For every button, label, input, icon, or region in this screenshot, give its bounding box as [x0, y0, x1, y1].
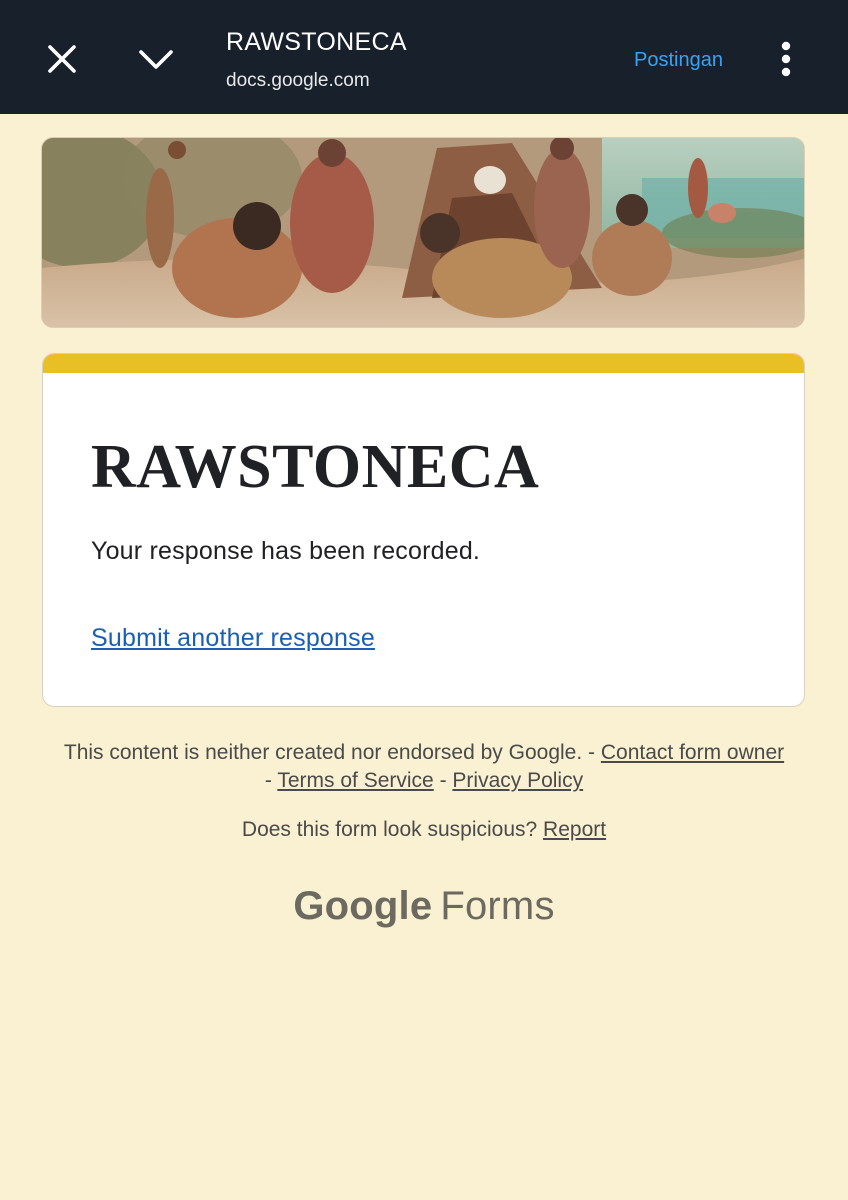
- brand-google: Google: [293, 884, 433, 928]
- terms-link[interactable]: Terms of Service: [277, 769, 433, 792]
- report-line: Does this form look suspicious? Report: [60, 818, 788, 842]
- post-button[interactable]: Postingan: [634, 49, 730, 72]
- response-card: RAWSTONECA Your response has been record…: [42, 353, 805, 707]
- contact-owner-link[interactable]: Contact form owner: [601, 741, 784, 764]
- disclaimer-text: This content is neither created nor endo…: [63, 741, 583, 764]
- suspicious-question: Does this form look suspicious?: [241, 818, 538, 841]
- separator: -: [439, 769, 447, 792]
- page-url: docs.google.com: [226, 70, 370, 91]
- brand-forms: Forms: [440, 884, 555, 928]
- chevron-down-icon: [139, 50, 173, 69]
- collapse-button[interactable]: [128, 31, 184, 87]
- more-vert-icon: [781, 41, 791, 77]
- close-button[interactable]: [34, 31, 90, 87]
- form-title: RAWSTONECA: [91, 433, 540, 501]
- report-link[interactable]: Report: [543, 818, 606, 841]
- submit-another-response-link[interactable]: Submit another response: [91, 624, 375, 653]
- prehistoric-scene-illustration: [42, 138, 804, 327]
- close-icon: [48, 45, 76, 73]
- separator: -: [264, 769, 272, 792]
- google-forms-logo[interactable]: Google Forms: [0, 884, 848, 929]
- form-header-image: [41, 137, 805, 328]
- browser-top-bar: RAWSTONECA docs.google.com Postingan: [0, 0, 848, 114]
- privacy-link[interactable]: Privacy Policy: [452, 769, 583, 792]
- confirmation-message: Your response has been recorded.: [91, 537, 481, 565]
- footer-disclaimer: This content is neither created nor endo…: [60, 739, 788, 795]
- more-options-button[interactable]: [758, 31, 814, 87]
- page-title: RAWSTONECA: [226, 28, 407, 56]
- separator: -: [588, 741, 596, 764]
- card-accent-bar: [43, 354, 804, 373]
